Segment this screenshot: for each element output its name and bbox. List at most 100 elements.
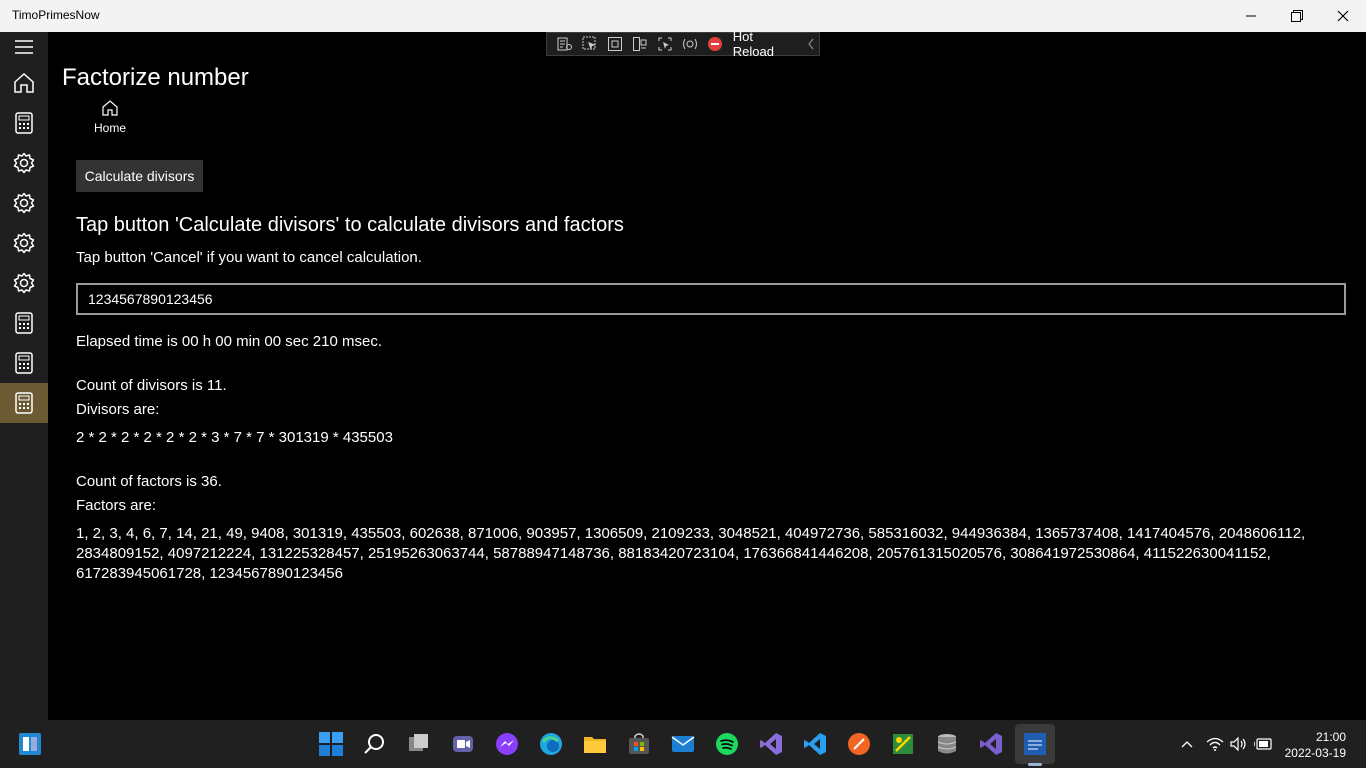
nav-factorize-selected[interactable] — [0, 383, 48, 423]
nav-calculator-3[interactable] — [0, 343, 48, 383]
close-icon — [1337, 10, 1349, 22]
store-icon — [629, 733, 649, 754]
start-button[interactable] — [311, 724, 351, 764]
teams-chat-icon — [453, 736, 473, 752]
gear-icon — [13, 272, 35, 294]
gear-icon — [13, 232, 35, 254]
calculator-icon — [15, 352, 33, 374]
home-icon — [14, 72, 34, 93]
file-explorer-button[interactable] — [575, 724, 615, 764]
messenger-icon — [496, 733, 518, 755]
nav-settings-4[interactable] — [0, 263, 48, 303]
timoprimesnow-app-icon — [1024, 733, 1046, 755]
green-app-button[interactable] — [883, 724, 923, 764]
nav-calculator-2[interactable] — [0, 303, 48, 343]
divisors-label: Divisors are: — [76, 401, 160, 418]
search-icon — [364, 734, 384, 754]
gear-icon — [13, 152, 35, 174]
home-button[interactable]: Home — [86, 100, 134, 144]
factors-list: 1, 2, 3, 4, 6, 7, 14, 21, 49, 9408, 3013… — [76, 525, 1306, 582]
visual-studio-button[interactable] — [751, 724, 791, 764]
active-indicator — [1028, 763, 1042, 766]
orange-app-icon — [848, 733, 870, 755]
hamburger-icon — [15, 40, 33, 54]
mail-icon — [671, 736, 695, 752]
maximize-button[interactable] — [1274, 0, 1320, 32]
page-title: Factorize number — [62, 64, 249, 91]
home-icon — [102, 100, 118, 116]
nav-home[interactable] — [0, 63, 48, 103]
network-button[interactable] — [1205, 732, 1225, 756]
visual-studio-2-button[interactable] — [971, 724, 1011, 764]
number-input-value: 1234567890123456 — [88, 291, 213, 307]
clock-time: 21:00 — [1315, 730, 1346, 744]
elapsed-time: Elapsed time is 00 h 00 min 00 sec 210 m… — [76, 333, 382, 350]
calculator-icon — [15, 312, 33, 334]
taskbar: 21:00 2022-03-19 — [0, 720, 1366, 768]
select-element-icon[interactable] — [582, 36, 599, 52]
search-button[interactable] — [355, 724, 395, 764]
task-view-icon — [409, 734, 428, 751]
spotify-button[interactable] — [707, 724, 747, 764]
wifi-icon — [1206, 737, 1224, 751]
volume-button[interactable] — [1229, 732, 1249, 756]
live-visual-tree-icon[interactable] — [557, 36, 574, 52]
divisors-list: 2 * 2 * 2 * 2 * 2 * 2 * 3 * 7 * 7 * 3013… — [76, 429, 393, 446]
navigation-sidebar — [0, 32, 48, 720]
show-hidden-icons-button[interactable] — [1177, 732, 1197, 756]
clock-date: 2022-03-19 — [1284, 746, 1346, 760]
calculate-divisors-button[interactable]: Calculate divisors — [76, 160, 203, 192]
hot-reload-stop-icon[interactable] — [707, 36, 724, 52]
debug-toolbar: Hot Reload — [546, 29, 820, 59]
nav-calculator-1[interactable] — [0, 103, 48, 143]
clock[interactable]: 21:00 2022-03-19 — [1285, 729, 1346, 761]
visual-studio-icon — [980, 733, 1002, 755]
hamburger-menu-button[interactable] — [0, 27, 48, 67]
display-layout-adorners-icon[interactable] — [607, 36, 624, 52]
folder-icon — [584, 737, 606, 753]
task-view-button[interactable] — [399, 724, 439, 764]
battery-button[interactable] — [1253, 732, 1273, 756]
track-focus-icon[interactable] — [632, 36, 649, 52]
speaker-icon — [1230, 737, 1246, 751]
vs-code-button[interactable] — [795, 724, 835, 764]
gear-icon — [13, 192, 35, 214]
hot-reload-label[interactable]: Hot Reload — [733, 29, 794, 59]
nav-settings-1[interactable] — [0, 143, 48, 183]
widgets-button[interactable] — [10, 724, 50, 764]
accessibility-checker-icon[interactable] — [657, 36, 674, 52]
spotify-icon — [716, 733, 738, 755]
window-title: TimoPrimesNow — [12, 8, 100, 22]
collapse-toolbar-icon[interactable] — [802, 36, 819, 52]
chevron-up-icon — [1181, 741, 1193, 748]
nav-settings-3[interactable] — [0, 223, 48, 263]
orange-app-button[interactable] — [839, 724, 879, 764]
home-label: Home — [93, 121, 126, 135]
store-button[interactable] — [619, 724, 659, 764]
title-bar: TimoPrimesNow — [0, 0, 1366, 32]
hot-reload-status-icon[interactable] — [682, 36, 699, 52]
calculator-icon — [15, 112, 33, 134]
widgets-icon — [19, 733, 41, 755]
restore-icon — [1291, 10, 1303, 22]
close-button[interactable] — [1320, 0, 1366, 32]
database-icon — [937, 734, 957, 754]
factor-count: Count of factors is 36. — [76, 473, 222, 490]
cancel-hint: Tap button 'Cancel' if you want to cance… — [76, 249, 422, 266]
calculator-icon — [15, 392, 33, 414]
green-app-icon — [893, 734, 913, 754]
mail-button[interactable] — [663, 724, 703, 764]
nav-settings-2[interactable] — [0, 183, 48, 223]
teams-chat-button[interactable] — [443, 724, 483, 764]
edge-button[interactable] — [531, 724, 571, 764]
messenger-button[interactable] — [487, 724, 527, 764]
windows-start-icon — [319, 732, 343, 756]
edge-icon — [540, 733, 562, 755]
visual-studio-icon — [760, 733, 782, 755]
minimize-button[interactable] — [1228, 0, 1274, 32]
database-button[interactable] — [927, 724, 967, 764]
number-input[interactable]: 1234567890123456 — [76, 283, 1346, 315]
timoprimesnow-taskbar-button[interactable] — [1015, 724, 1055, 766]
instructions-heading: Tap button 'Calculate divisors' to calcu… — [76, 214, 624, 236]
battery-icon — [1254, 738, 1272, 750]
